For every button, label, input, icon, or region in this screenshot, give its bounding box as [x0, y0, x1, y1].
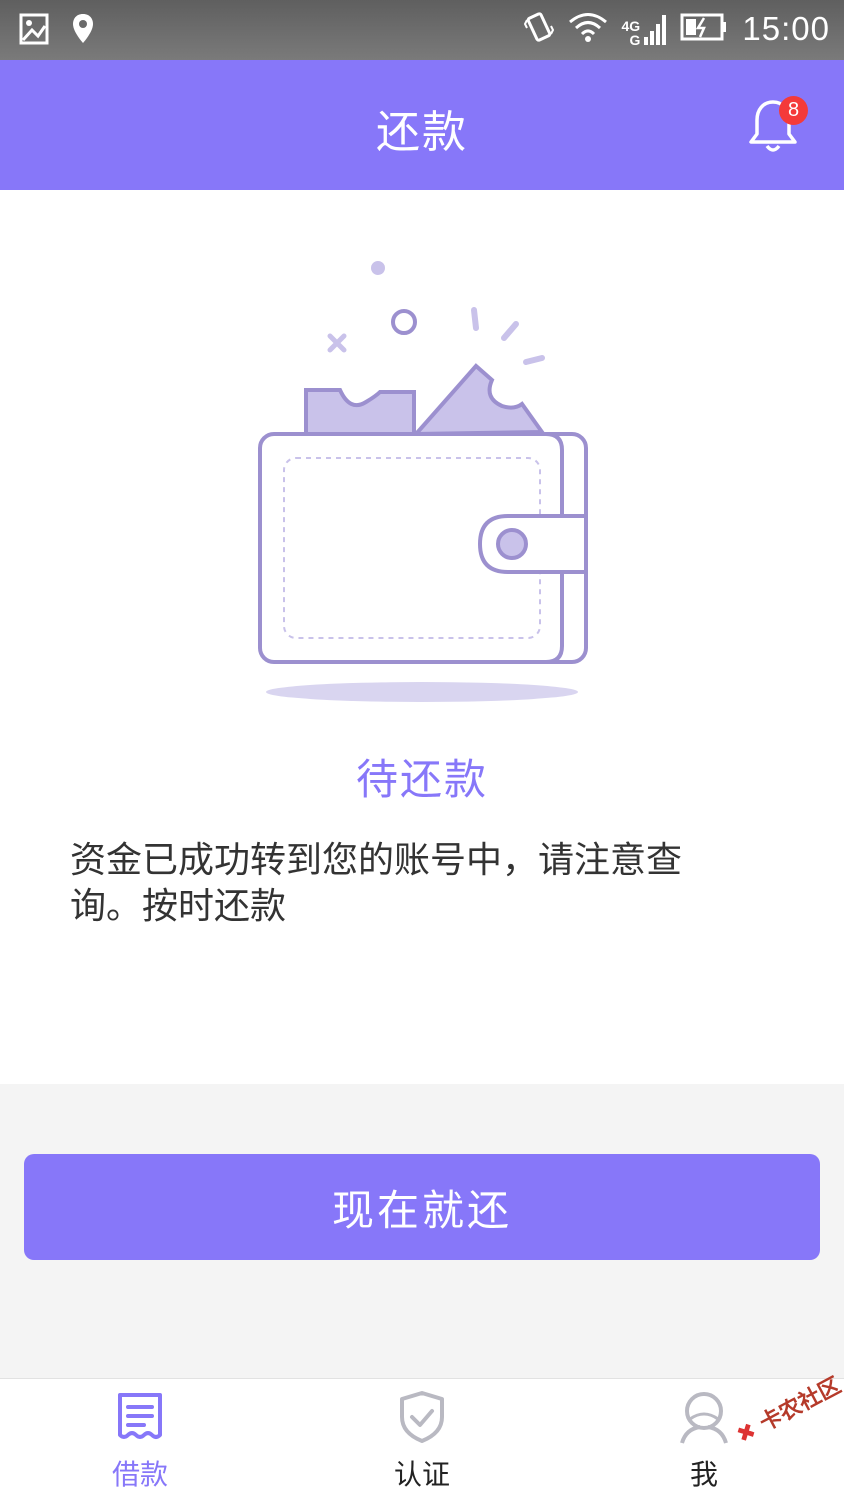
signal-icon: 4G G [622, 11, 667, 47]
app-header: 还款 [0, 60, 844, 190]
nav-label-loan: 借款 [111, 1458, 168, 1491]
repay-now-button[interactable]: 现在就还 [24, 1154, 820, 1260]
wallet-illustration [240, 252, 604, 716]
location-icon [72, 12, 94, 50]
nav-item-loan[interactable]: 借款 [40, 1379, 240, 1501]
repayment-status-title: 待还款 [355, 755, 488, 804]
vibrate-icon [523, 10, 554, 48]
network-type-label: 4G [621, 18, 641, 34]
status-time: 15:00 [742, 10, 830, 47]
bottom-nav: 借款 认证 我 [0, 1378, 844, 1501]
repayment-status-card: 待还款 资金已成功转到您的账号中，请注意查询。按时还款 [0, 190, 844, 1084]
network-type-label-secondary: G [629, 32, 641, 48]
nav-label-verify: 认证 [393, 1458, 450, 1491]
page-title: 还款 [376, 107, 468, 158]
status-bar: 4G G 15:00 [0, 0, 844, 60]
battery-icon [680, 12, 728, 46]
notification-badge: 8 [779, 96, 808, 125]
nav-item-verify[interactable]: 认证 [322, 1379, 522, 1501]
repayment-message: 资金已成功转到您的账号中，请注意查询。按时还款 [70, 840, 683, 927]
gallery-icon [18, 12, 50, 50]
wifi-icon [568, 11, 608, 47]
